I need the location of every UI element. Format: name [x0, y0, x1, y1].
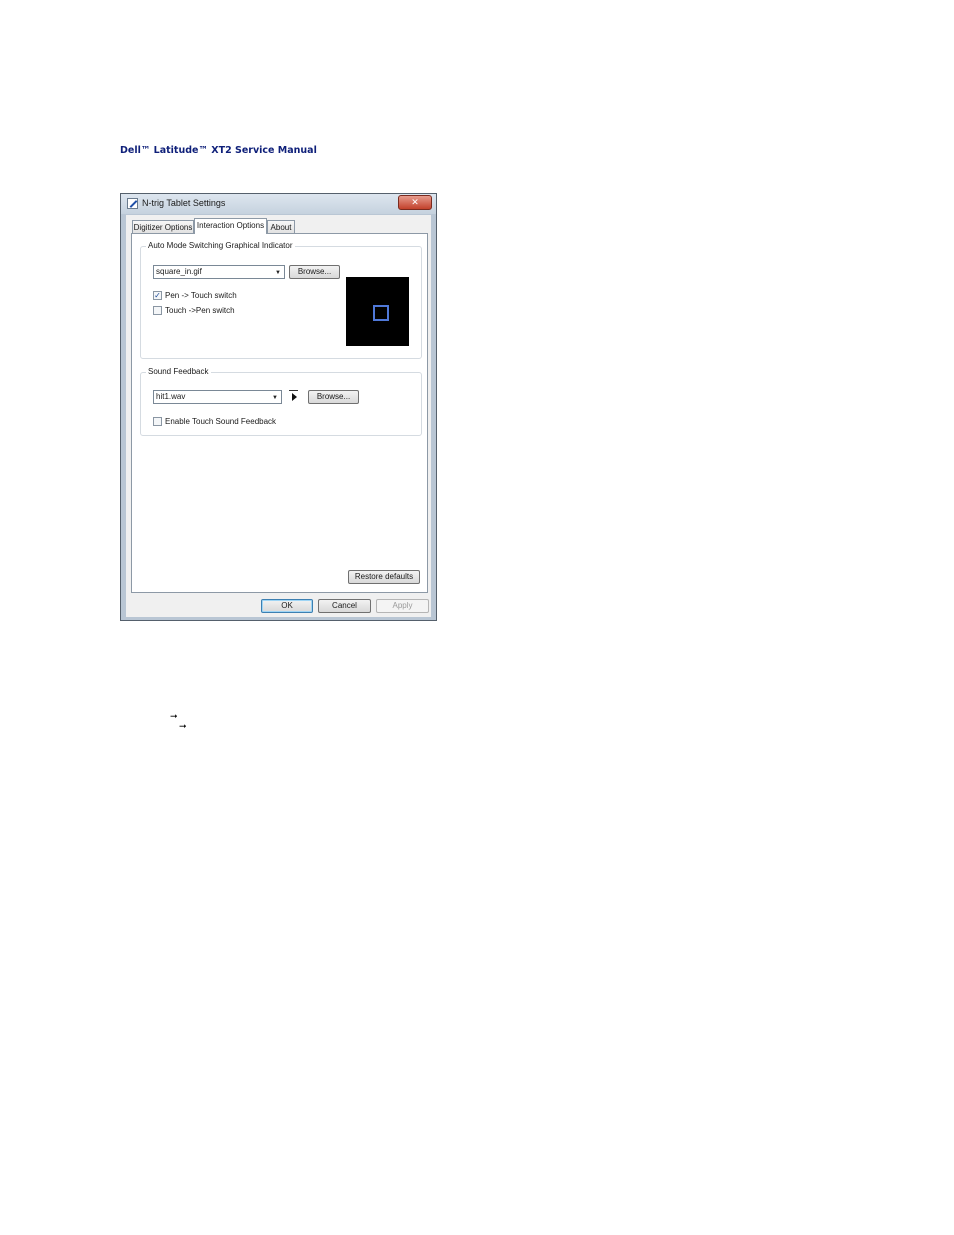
touch-pen-checkbox[interactable]: [153, 306, 162, 315]
play-button-edge: [289, 390, 298, 391]
square-indicator-icon: [373, 305, 389, 321]
indicator-image-select[interactable]: square_in.gif ▼: [153, 265, 285, 279]
sound-feedback-group: Sound Feedback hit1.wav ▼ Browse... Enab…: [140, 367, 422, 436]
tab-digitizer-options[interactable]: Digitizer Options: [132, 220, 194, 234]
chevron-down-icon: ▼: [275, 270, 281, 276]
enable-touch-sound-checkbox[interactable]: [153, 417, 162, 426]
ok-button[interactable]: OK: [261, 599, 313, 613]
touch-pen-label: Touch ->Pen switch: [165, 306, 235, 315]
arrow-right-icon: ➞: [179, 721, 187, 731]
pen-touch-label: Pen -> Touch switch: [165, 291, 237, 300]
auto-mode-switching-group: Auto Mode Switching Graphical Indicator …: [140, 241, 422, 359]
sound-browse-button[interactable]: Browse...: [308, 390, 359, 404]
n-trig-settings-window: N-trig Tablet Settings ✕ Digitizer Optio…: [120, 193, 437, 621]
pen-touch-checkbox[interactable]: ✓: [153, 291, 162, 300]
indicator-browse-button[interactable]: Browse...: [289, 265, 340, 279]
tab-about[interactable]: About: [267, 220, 295, 234]
chevron-down-icon: ▼: [272, 395, 278, 401]
auto-mode-group-label: Auto Mode Switching Graphical Indicator: [146, 241, 295, 250]
play-icon[interactable]: [292, 393, 297, 401]
tablet-pen-icon: [127, 198, 138, 209]
indicator-preview: [346, 277, 409, 346]
sound-group-label: Sound Feedback: [146, 367, 211, 376]
indicator-image-value: square_in.gif: [156, 267, 202, 276]
title-bar[interactable]: N-trig Tablet Settings ✕: [121, 194, 436, 214]
sound-file-value: hit1.wav: [156, 392, 186, 401]
dialog-client-area: Digitizer Options Interaction Options Ab…: [126, 215, 431, 617]
sound-file-select[interactable]: hit1.wav ▼: [153, 390, 282, 404]
interaction-options-page: Auto Mode Switching Graphical Indicator …: [131, 233, 428, 593]
window-title: N-trig Tablet Settings: [142, 198, 226, 208]
close-button[interactable]: ✕: [398, 195, 432, 210]
cancel-button[interactable]: Cancel: [318, 599, 371, 613]
apply-button[interactable]: Apply: [376, 599, 429, 613]
arrow-right-icon: ➞: [170, 711, 178, 721]
tab-interaction-options[interactable]: Interaction Options: [194, 218, 267, 234]
enable-touch-sound-label: Enable Touch Sound Feedback: [165, 417, 277, 426]
document-header: Dell™ Latitude™ XT2 Service Manual: [120, 145, 317, 156]
restore-defaults-button[interactable]: Restore defaults: [348, 570, 420, 584]
